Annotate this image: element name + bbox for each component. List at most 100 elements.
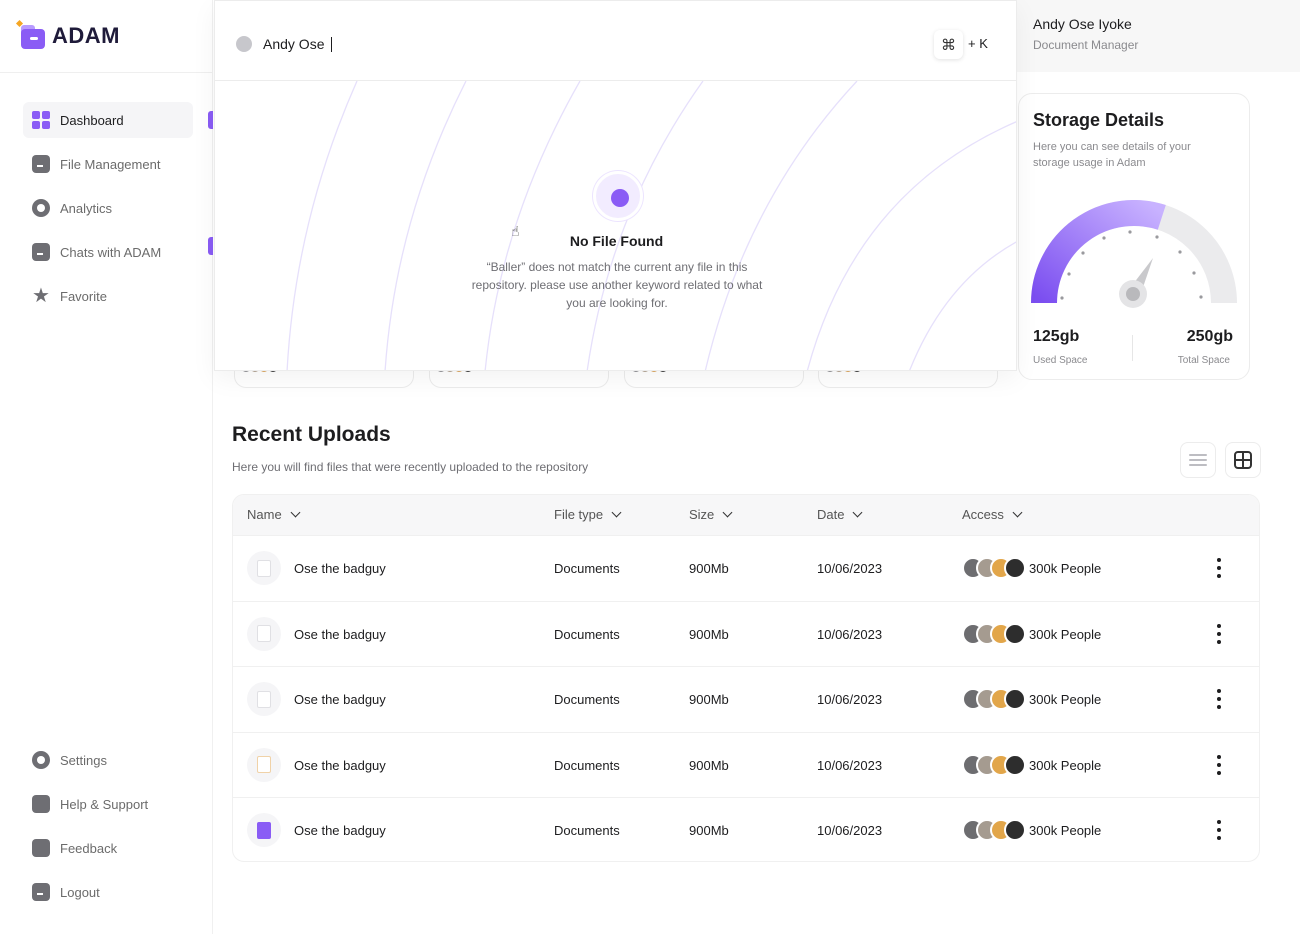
sidebar-item-feedback[interactable]: Feedback bbox=[23, 830, 193, 866]
sidebar-item-logout[interactable]: Logout bbox=[23, 874, 193, 910]
sidebar-item-label: Chats with ADAM bbox=[60, 244, 162, 260]
file-name: Ose the badguy bbox=[294, 626, 386, 642]
access-avatars bbox=[962, 622, 1026, 645]
app-logo[interactable]: ADAM bbox=[15, 19, 120, 52]
file-date: 10/06/2023 bbox=[817, 692, 883, 708]
file-size: 900Mb bbox=[689, 823, 729, 839]
grid-icon bbox=[1234, 451, 1252, 469]
file-size: 900Mb bbox=[689, 561, 729, 576]
used-space-value: 125gb bbox=[1033, 328, 1080, 345]
gear-icon bbox=[32, 751, 50, 769]
sidebar-item-settings[interactable]: Settings bbox=[23, 742, 193, 778]
user-profile[interactable]: Andy Ose Iyoke Document Manager bbox=[1017, 0, 1300, 72]
access-avatars bbox=[962, 753, 1026, 776]
column-header-size[interactable]: Size bbox=[689, 507, 733, 522]
document-file-icon bbox=[247, 616, 281, 651]
column-header-access[interactable]: Access bbox=[962, 507, 1023, 522]
file-date: 10/06/2023 bbox=[817, 626, 883, 642]
sidebar-item-analytics[interactable]: Analytics bbox=[23, 190, 193, 226]
document-file-icon bbox=[247, 682, 281, 717]
chevron-down-icon bbox=[1012, 507, 1023, 518]
command-icon[interactable]: ⌘ bbox=[934, 30, 963, 59]
sidebar-item-favorite[interactable]: ★ Favorite bbox=[23, 278, 193, 314]
file-type: Documents bbox=[554, 823, 620, 839]
file-size: 900Mb bbox=[689, 692, 729, 708]
storage-gauge bbox=[1031, 200, 1237, 308]
file-name: Ose the badguy bbox=[294, 757, 386, 773]
sidebar-item-label: Feedback bbox=[60, 840, 118, 856]
more-options-icon[interactable] bbox=[1216, 623, 1222, 644]
used-space-label: Used Space bbox=[1033, 355, 1088, 366]
column-header-name[interactable]: Name bbox=[247, 507, 301, 522]
logo-folder-icon bbox=[15, 19, 46, 49]
table-row[interactable]: Ose the badguy Documents 900Mb 10/06/202… bbox=[233, 666, 1259, 732]
sidebar-item-label: File Management bbox=[60, 156, 161, 172]
access-avatars bbox=[962, 557, 1026, 579]
recent-uploads-description: Here you will find files that were recen… bbox=[232, 460, 589, 474]
file-type: Documents bbox=[554, 757, 620, 773]
help-icon bbox=[32, 795, 50, 813]
sidebar-item-help[interactable]: Help & Support bbox=[23, 786, 193, 822]
storage-details-card: Storage Details Here you can see details… bbox=[1018, 93, 1250, 380]
grid-view-button[interactable] bbox=[1225, 442, 1261, 478]
storage-title: Storage Details bbox=[1033, 110, 1165, 130]
sidebar-item-file-management[interactable]: File Management bbox=[23, 146, 193, 182]
more-options-icon[interactable] bbox=[1216, 558, 1222, 578]
table-row[interactable]: Ose the badguy Documents 900Mb 10/06/202… bbox=[233, 731, 1259, 798]
search-bar: ⌘ + K bbox=[215, 1, 1016, 81]
list-view-button[interactable] bbox=[1180, 442, 1216, 478]
recent-uploads-title: Recent Uploads bbox=[232, 423, 391, 446]
chevron-down-icon bbox=[290, 507, 301, 518]
column-header-date[interactable]: Date bbox=[817, 507, 863, 522]
more-options-icon[interactable] bbox=[1216, 754, 1222, 775]
analytics-icon bbox=[32, 199, 50, 217]
recent-uploads-table: Name File type Size Date Access Ose the … bbox=[232, 494, 1260, 862]
chevron-down-icon bbox=[722, 507, 733, 518]
sidebar: ADAM Dashboard File Management Analytics… bbox=[0, 0, 213, 934]
sidebar-nav: Dashboard File Management Analytics Chat… bbox=[23, 102, 193, 322]
file-size: 900Mb bbox=[689, 626, 729, 642]
table-row[interactable]: Ose the badguy Documents 900Mb 10/06/202… bbox=[233, 535, 1259, 601]
table-row[interactable]: Ose the badguy Documents 900Mb 10/06/202… bbox=[233, 600, 1259, 667]
background-arcs bbox=[286, 81, 1016, 370]
sidebar-bottom-nav: Settings Help & Support Feedback Logout bbox=[23, 742, 193, 918]
more-options-icon[interactable] bbox=[1216, 820, 1222, 841]
dashboard-grid-icon bbox=[32, 111, 50, 129]
access-count: 300k People bbox=[1029, 561, 1102, 576]
sidebar-item-chats[interactable]: Chats with ADAM bbox=[23, 234, 193, 270]
table-row[interactable]: Ose the badguy Documents 900Mb 10/06/202… bbox=[233, 797, 1259, 861]
chevron-down-icon bbox=[853, 507, 863, 518]
file-date: 10/06/2023 bbox=[817, 823, 883, 839]
logout-icon bbox=[32, 883, 50, 901]
profile-name: Andy Ose Iyoke bbox=[1033, 16, 1132, 32]
feedback-icon bbox=[32, 839, 50, 857]
document-file-icon bbox=[247, 747, 281, 782]
total-space-value: 250gb bbox=[1186, 328, 1233, 345]
list-icon bbox=[1189, 454, 1207, 466]
folder-file-icon bbox=[247, 813, 281, 848]
file-size: 900Mb bbox=[689, 757, 729, 773]
empty-state-icon bbox=[593, 171, 643, 221]
table-header: Name File type Size Date Access bbox=[233, 495, 1259, 535]
sidebar-item-dashboard[interactable]: Dashboard bbox=[23, 102, 193, 138]
file-name: Ose the badguy bbox=[294, 823, 386, 839]
shortcut-key: + K bbox=[968, 36, 988, 51]
sidebar-divider bbox=[0, 72, 213, 73]
chat-box-icon bbox=[32, 243, 50, 261]
access-avatars bbox=[962, 819, 1026, 842]
empty-state-description: “Baller” does not match the current any … bbox=[471, 260, 763, 310]
active-indicator bbox=[208, 237, 213, 255]
profile-role: Document Manager bbox=[1033, 38, 1139, 52]
more-options-icon[interactable] bbox=[1216, 689, 1222, 710]
folder-icon bbox=[32, 155, 50, 173]
access-count: 300k People bbox=[1029, 626, 1102, 642]
column-header-file-type[interactable]: File type bbox=[554, 507, 622, 522]
access-count: 300k People bbox=[1029, 692, 1102, 708]
sidebar-item-label: Logout bbox=[60, 884, 100, 900]
active-indicator bbox=[208, 111, 213, 129]
access-count: 300k People bbox=[1029, 757, 1102, 773]
storage-divider bbox=[1132, 335, 1133, 361]
search-input[interactable] bbox=[263, 33, 863, 55]
empty-state-title: No File Found bbox=[569, 233, 664, 249]
logo-text: ADAM bbox=[52, 23, 120, 48]
